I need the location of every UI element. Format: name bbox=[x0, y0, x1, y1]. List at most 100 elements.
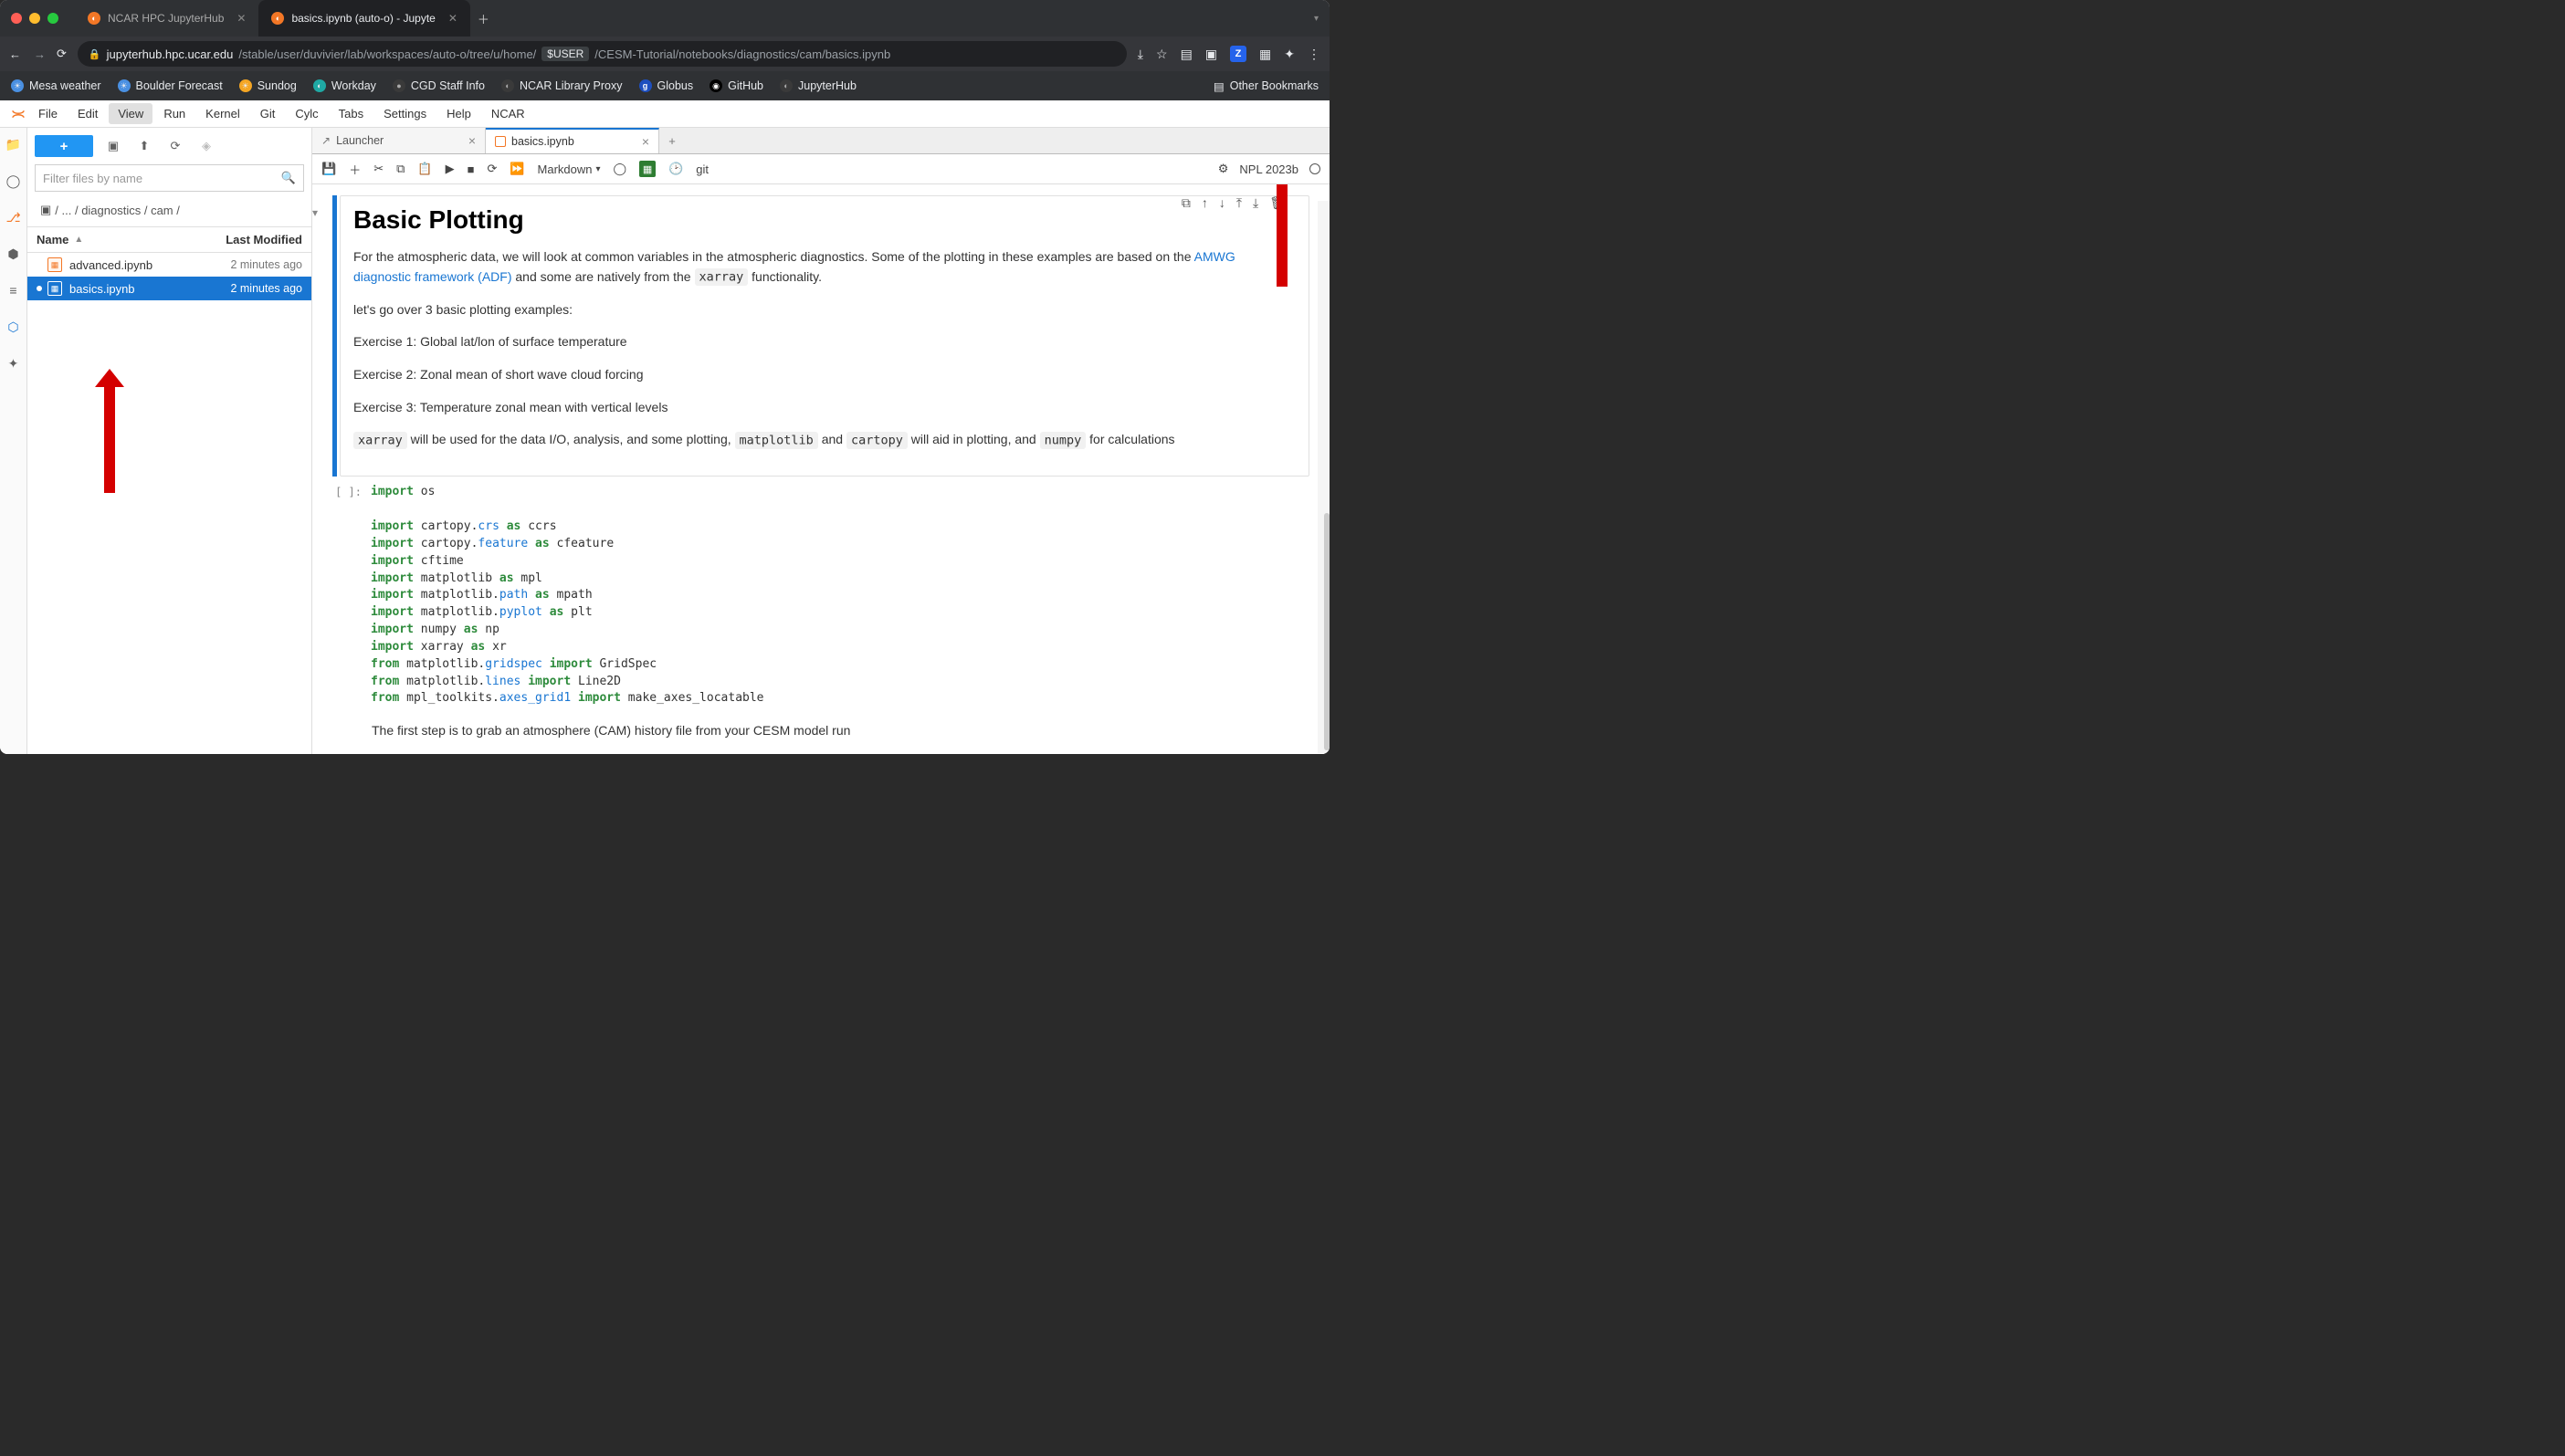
jupyter-logo-icon bbox=[9, 105, 27, 123]
minimize-window-button[interactable] bbox=[29, 13, 40, 24]
back-button[interactable]: ← bbox=[9, 47, 21, 61]
bookmark-item[interactable]: ☀Mesa weather bbox=[11, 79, 101, 92]
restart-icon[interactable]: ⟳ bbox=[487, 162, 497, 176]
menu-help[interactable]: Help bbox=[437, 103, 480, 124]
fast-forward-icon[interactable]: ⏩ bbox=[510, 162, 524, 176]
menu-git[interactable]: Git bbox=[251, 103, 285, 124]
add-cell-icon[interactable]: ＋ bbox=[349, 161, 361, 178]
notebook-area: ↗Launcher × basics.ipynb × + 💾 ＋ ✂ ⧉ 📋 ▶… bbox=[312, 128, 1330, 754]
reload-button[interactable]: ⟳ bbox=[57, 47, 67, 61]
browser-menu-icon[interactable]: ⋮ bbox=[1308, 47, 1320, 62]
menu-edit[interactable]: Edit bbox=[68, 103, 107, 124]
menu-ncar[interactable]: NCAR bbox=[482, 103, 534, 124]
new-launcher-button[interactable]: + bbox=[35, 135, 93, 157]
stop-icon[interactable]: ■ bbox=[468, 162, 475, 176]
cut-icon[interactable]: ✂ bbox=[373, 162, 384, 176]
toc-icon[interactable]: ≡ bbox=[6, 283, 21, 298]
inline-code: numpy bbox=[1040, 432, 1087, 449]
forward-button[interactable]: → bbox=[34, 47, 46, 61]
markdown-cell[interactable]: The first step is to grab an atmosphere … bbox=[332, 715, 1309, 754]
install-app-icon[interactable]: ⤓ bbox=[1138, 47, 1143, 62]
kernel-name[interactable]: NPL 2023b bbox=[1239, 162, 1298, 176]
document-tabs: ↗Launcher × basics.ipynb × + bbox=[312, 128, 1330, 154]
git-clone-icon[interactable]: ◈ bbox=[195, 135, 217, 157]
filter-placeholder: Filter files by name bbox=[43, 172, 142, 185]
close-icon[interactable]: × bbox=[642, 134, 649, 149]
gear-icon[interactable]: ⬡ bbox=[6, 319, 21, 334]
paragraph: For the atmospheric data, we will look a… bbox=[353, 247, 1296, 288]
tab-launcher[interactable]: ↗Launcher × bbox=[312, 128, 486, 153]
tab-notebook[interactable]: basics.ipynb × bbox=[486, 128, 659, 153]
bookmark-item[interactable]: ☀Boulder Forecast bbox=[118, 79, 223, 92]
upload-icon[interactable]: ⬆ bbox=[133, 135, 155, 157]
git-icon[interactable]: ⎇ bbox=[6, 210, 21, 225]
bookmark-item[interactable]: ◐NCAR Library Proxy bbox=[501, 79, 623, 92]
url-bar[interactable]: 🔒 jupyterhub.hpc.ucar.edu/stable/user/du… bbox=[78, 41, 1127, 67]
close-window-button[interactable] bbox=[11, 13, 22, 24]
zotero-extension-icon[interactable]: Z bbox=[1230, 46, 1246, 62]
extensions-puzzle-icon[interactable]: ✦ bbox=[1284, 47, 1295, 62]
file-row[interactable]: ▦ advanced.ipynb 2 minutes ago bbox=[27, 253, 311, 277]
bug-icon[interactable]: ⚙ bbox=[1218, 162, 1229, 176]
git-label[interactable]: git bbox=[696, 162, 709, 176]
bookmark-item[interactable]: ◐Workday bbox=[313, 79, 376, 92]
bookmark-item[interactable]: ☀Sundog bbox=[239, 79, 297, 92]
running-icon[interactable]: ◯ bbox=[6, 173, 21, 188]
dask-icon[interactable]: ◯ bbox=[614, 162, 627, 176]
browser-tab-active[interactable]: ◐ basics.ipynb (auto-o) - Jupyte ✕ bbox=[258, 0, 469, 37]
bookmark-item[interactable]: gGlobus bbox=[639, 79, 694, 92]
extension-icon[interactable]: ▤ bbox=[1181, 47, 1193, 62]
filter-input[interactable]: Filter files by name 🔍 bbox=[35, 164, 304, 192]
inline-code: xarray bbox=[353, 432, 407, 449]
notebook-content[interactable]: ⧉ ↑ ↓ ⤒ ⤓ 🗑 ▾ Basic Plotting For the atm… bbox=[312, 184, 1330, 754]
tab-title: basics.ipynb (auto-o) - Jupyte bbox=[291, 12, 435, 25]
menu-tabs[interactable]: Tabs bbox=[330, 103, 373, 124]
browser-tab-inactive[interactable]: ◐ NCAR HPC JupyterHub ✕ bbox=[75, 0, 258, 37]
maximize-window-button[interactable] bbox=[47, 13, 58, 24]
run-icon[interactable]: ▶ bbox=[446, 162, 455, 176]
clock-icon[interactable]: 🕑 bbox=[668, 162, 683, 176]
file-row-selected[interactable]: ▦ basics.ipynb 2 minutes ago bbox=[27, 277, 311, 300]
new-tab-button[interactable]: ＋ bbox=[478, 10, 489, 27]
copy-icon[interactable]: ⧉ bbox=[396, 162, 405, 176]
render-icon[interactable]: ▦ bbox=[639, 161, 656, 177]
menu-file[interactable]: File bbox=[29, 103, 67, 124]
menu-cylc[interactable]: Cylc bbox=[286, 103, 327, 124]
collapse-caret-icon[interactable]: ▾ bbox=[312, 206, 318, 219]
menu-kernel[interactable]: Kernel bbox=[196, 103, 249, 124]
add-tab-button[interactable]: + bbox=[659, 128, 685, 153]
scrollbar-thumb[interactable] bbox=[1324, 513, 1330, 750]
other-bookmarks[interactable]: ▤Other Bookmarks bbox=[1214, 79, 1319, 93]
code-cell[interactable]: [ ]: import os import cartopy.crs as ccr… bbox=[332, 484, 1309, 707]
sort-icon[interactable]: ▲ bbox=[74, 235, 83, 245]
menu-run[interactable]: Run bbox=[154, 103, 194, 124]
tabs-overflow-icon[interactable]: ▾ bbox=[1314, 14, 1319, 24]
bookmark-item[interactable]: ◉GitHub bbox=[710, 79, 763, 92]
paragraph: Exercise 3: Temperature zonal mean with … bbox=[353, 398, 1296, 418]
bookmark-item[interactable]: ●CGD Staff Info bbox=[393, 79, 485, 92]
save-icon[interactable]: 💾 bbox=[321, 162, 336, 176]
extensions-icon[interactable]: ✦ bbox=[6, 356, 21, 371]
code-source[interactable]: import os import cartopy.crs as ccrs imp… bbox=[371, 484, 1309, 707]
close-tab-icon[interactable]: ✕ bbox=[237, 12, 246, 25]
bookmark-star-icon[interactable]: ☆ bbox=[1156, 47, 1168, 62]
commands-icon[interactable]: ⬢ bbox=[6, 246, 21, 261]
new-folder-icon[interactable]: ▣ bbox=[102, 135, 124, 157]
close-icon[interactable]: × bbox=[468, 133, 476, 148]
tab-title: NCAR HPC JupyterHub bbox=[108, 12, 224, 25]
extension-icon[interactable]: ▦ bbox=[1259, 47, 1271, 62]
extension-icon[interactable]: ▣ bbox=[1205, 47, 1217, 62]
bookmark-item[interactable]: ◐JupyterHub bbox=[780, 79, 857, 92]
markdown-cell[interactable]: ▾ Basic Plotting For the atmospheric dat… bbox=[340, 195, 1309, 477]
breadcrumb[interactable]: ▣ / ... / diagnostics / cam / bbox=[27, 197, 311, 226]
folder-icon[interactable]: 📁 bbox=[6, 137, 21, 152]
kernel-status-icon bbox=[1309, 163, 1320, 174]
cell-type-dropdown[interactable]: Markdown ▾ bbox=[538, 162, 601, 176]
menu-settings[interactable]: Settings bbox=[374, 103, 436, 124]
menu-view[interactable]: View bbox=[109, 103, 152, 124]
refresh-icon[interactable]: ⟳ bbox=[164, 135, 186, 157]
lock-icon: 🔒 bbox=[89, 48, 101, 60]
paste-icon[interactable]: 📋 bbox=[417, 162, 432, 176]
url-path: /stable/user/duvivier/lab/workspaces/aut… bbox=[238, 47, 536, 61]
close-tab-icon[interactable]: ✕ bbox=[448, 12, 457, 25]
